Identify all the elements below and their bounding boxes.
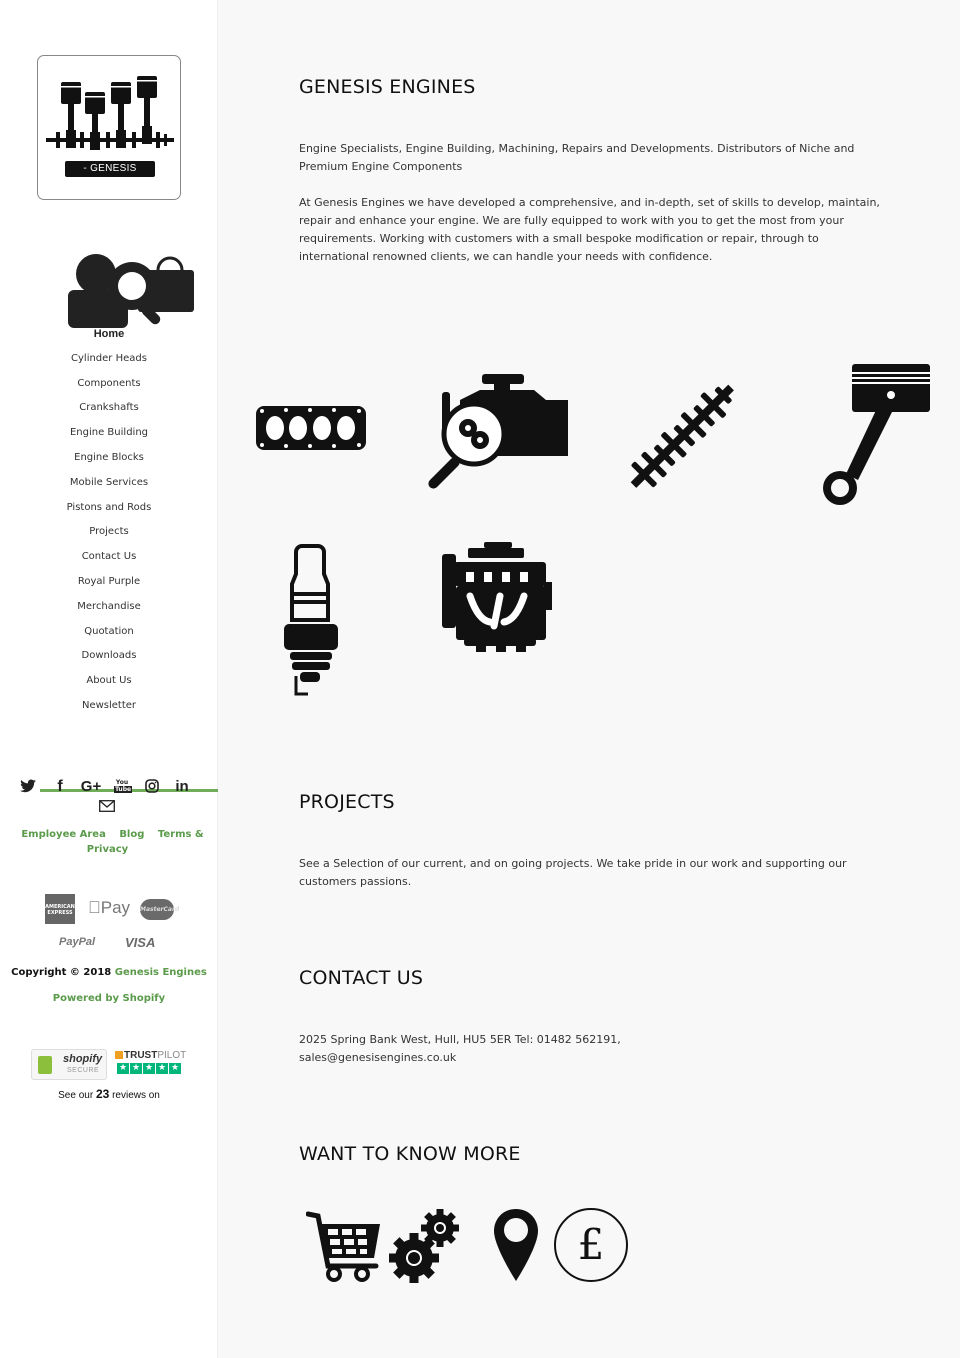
trustpilot-label-light: PILOT bbox=[157, 1050, 187, 1061]
nav-item-quotation[interactable]: Quotation bbox=[0, 620, 218, 645]
employee-area-link[interactable]: Employee Area bbox=[21, 829, 105, 840]
trustpilot-stars: ★ ★ ★ ★ ★ bbox=[117, 1063, 181, 1074]
logo[interactable]: - GENESIS ENGINES - bbox=[37, 55, 181, 200]
apple-pay-icon: Pay bbox=[88, 898, 130, 918]
nav-item-home[interactable]: Home bbox=[0, 322, 218, 347]
nav-item-about-us[interactable]: About Us bbox=[0, 669, 218, 694]
copyright: Copyright © 2018 Genesis Engines bbox=[0, 967, 218, 978]
reviews-prefix: See our bbox=[58, 1090, 96, 1101]
crankshaft-icon[interactable] bbox=[614, 368, 752, 506]
nav-item-crankshafts[interactable]: Crankshafts bbox=[0, 396, 218, 421]
user-search-cart-icon bbox=[68, 254, 194, 328]
page-title: GENESIS ENGINES bbox=[299, 76, 476, 98]
star-icon: ★ bbox=[156, 1063, 168, 1074]
nav-item-newsletter[interactable]: Newsletter bbox=[0, 694, 218, 719]
engine-inspection-icon[interactable] bbox=[422, 372, 574, 496]
powered-by-shopify-link[interactable]: Powered by Shopify bbox=[0, 993, 218, 1004]
projects-heading: PROJECTS bbox=[299, 791, 395, 813]
location-pin-icon[interactable] bbox=[492, 1207, 540, 1283]
contact-email-link[interactable]: sales@genesisengines.co.uk bbox=[299, 1051, 456, 1064]
nav-item-downloads[interactable]: Downloads bbox=[0, 644, 218, 669]
main-content: GENESIS ENGINES Engine Specialists, Engi… bbox=[218, 0, 960, 1358]
shopify-badge-subtitle: SECURE bbox=[67, 1067, 100, 1074]
contact-heading: CONTACT US bbox=[299, 967, 424, 989]
visa-icon: VISA bbox=[125, 935, 156, 950]
star-icon: ★ bbox=[117, 1063, 129, 1074]
star-icon: ★ bbox=[130, 1063, 142, 1074]
paypal-icon: PayPal bbox=[59, 936, 96, 948]
piston-rod-icon[interactable] bbox=[812, 362, 932, 508]
nav-item-royal-purple[interactable]: Royal Purple bbox=[0, 570, 218, 595]
reviews-text[interactable]: See our 23 reviews on bbox=[0, 1087, 218, 1101]
more-heading: WANT TO KNOW MORE bbox=[299, 1143, 521, 1165]
lock-icon bbox=[38, 1056, 52, 1074]
shopping-cart-icon[interactable] bbox=[306, 1208, 384, 1282]
logo-text: - GENESIS ENGINES - bbox=[65, 161, 155, 190]
trustpilot-check-icon bbox=[115, 1051, 123, 1059]
copyright-site-link[interactable]: Genesis Engines bbox=[115, 967, 207, 978]
nav-item-engine-building[interactable]: Engine Building bbox=[0, 421, 218, 446]
apple-pay-label: Pay bbox=[88, 898, 130, 917]
apple-logo-icon:  bbox=[88, 898, 101, 917]
pound-icon[interactable]: £ bbox=[552, 1206, 630, 1284]
footer-links: Employee Area Blog Terms & Privacy bbox=[10, 827, 210, 857]
v-engine-block-icon[interactable] bbox=[440, 540, 554, 656]
intro-text: At Genesis Engines we have developed a c… bbox=[299, 196, 880, 263]
nav-item-engine-blocks[interactable]: Engine Blocks bbox=[0, 446, 218, 471]
projects-text: See a Selection of our current, and on g… bbox=[299, 857, 847, 888]
star-icon: ★ bbox=[169, 1063, 181, 1074]
trustpilot-logo[interactable]: TRUSTPILOT bbox=[115, 1050, 186, 1061]
spark-plug-icon[interactable] bbox=[282, 542, 340, 698]
reviews-count: 23 bbox=[95, 1087, 110, 1101]
nav-item-cylinder-heads[interactable]: Cylinder Heads bbox=[0, 347, 218, 372]
twitter-icon[interactable] bbox=[20, 779, 36, 795]
copyright-text: Copyright © 2018 bbox=[11, 967, 115, 978]
svg-text:£: £ bbox=[578, 1220, 605, 1269]
google-plus-icon[interactable]: G+ bbox=[80, 779, 102, 795]
gears-icon[interactable] bbox=[388, 1206, 462, 1284]
shopify-badge-title: shopify bbox=[63, 1053, 103, 1065]
nav-item-contact-us[interactable]: Contact Us bbox=[0, 545, 218, 570]
contact-address: 2025 Spring Bank West, Hull, HU5 5ER Tel… bbox=[299, 1033, 621, 1046]
sidebar: - GENESIS ENGINES - Home Cylinder Heads … bbox=[0, 0, 496, 1358]
nav-item-merchandise[interactable]: Merchandise bbox=[0, 595, 218, 620]
head-gasket-icon[interactable] bbox=[254, 404, 368, 452]
trustpilot-label-bold: TRUST bbox=[124, 1050, 158, 1061]
tagline: Engine Specialists, Engine Building, Mac… bbox=[299, 142, 855, 173]
mail-icon[interactable] bbox=[99, 800, 115, 812]
instagram-icon[interactable] bbox=[144, 779, 160, 795]
shopify-secure-badge[interactable]: shopify SECURE bbox=[31, 1049, 107, 1080]
nav-item-pistons-and-rods[interactable]: Pistons and Rods bbox=[0, 496, 218, 521]
linkedin-icon[interactable]: in bbox=[174, 779, 190, 795]
facebook-icon[interactable]: f bbox=[52, 779, 68, 795]
main-nav: Home Cylinder Heads Components Crankshaf… bbox=[0, 322, 218, 719]
youtube-icon[interactable]: You Tube bbox=[114, 779, 133, 795]
amex-icon: AMERICAN EXPRESS bbox=[45, 894, 75, 924]
star-icon: ★ bbox=[143, 1063, 155, 1074]
blog-link[interactable]: Blog bbox=[119, 829, 144, 840]
reviews-suffix: reviews on bbox=[109, 1090, 160, 1101]
contact-text: 2025 Spring Bank West, Hull, HU5 5ER Tel… bbox=[299, 1031, 889, 1067]
nav-item-components[interactable]: Components bbox=[0, 372, 218, 397]
mastercard-icon: MasterCard bbox=[140, 899, 179, 920]
nav-item-projects[interactable]: Projects bbox=[0, 520, 218, 545]
nav-item-mobile-services[interactable]: Mobile Services bbox=[0, 471, 218, 496]
pistons-crankshaft-icon bbox=[46, 76, 174, 150]
